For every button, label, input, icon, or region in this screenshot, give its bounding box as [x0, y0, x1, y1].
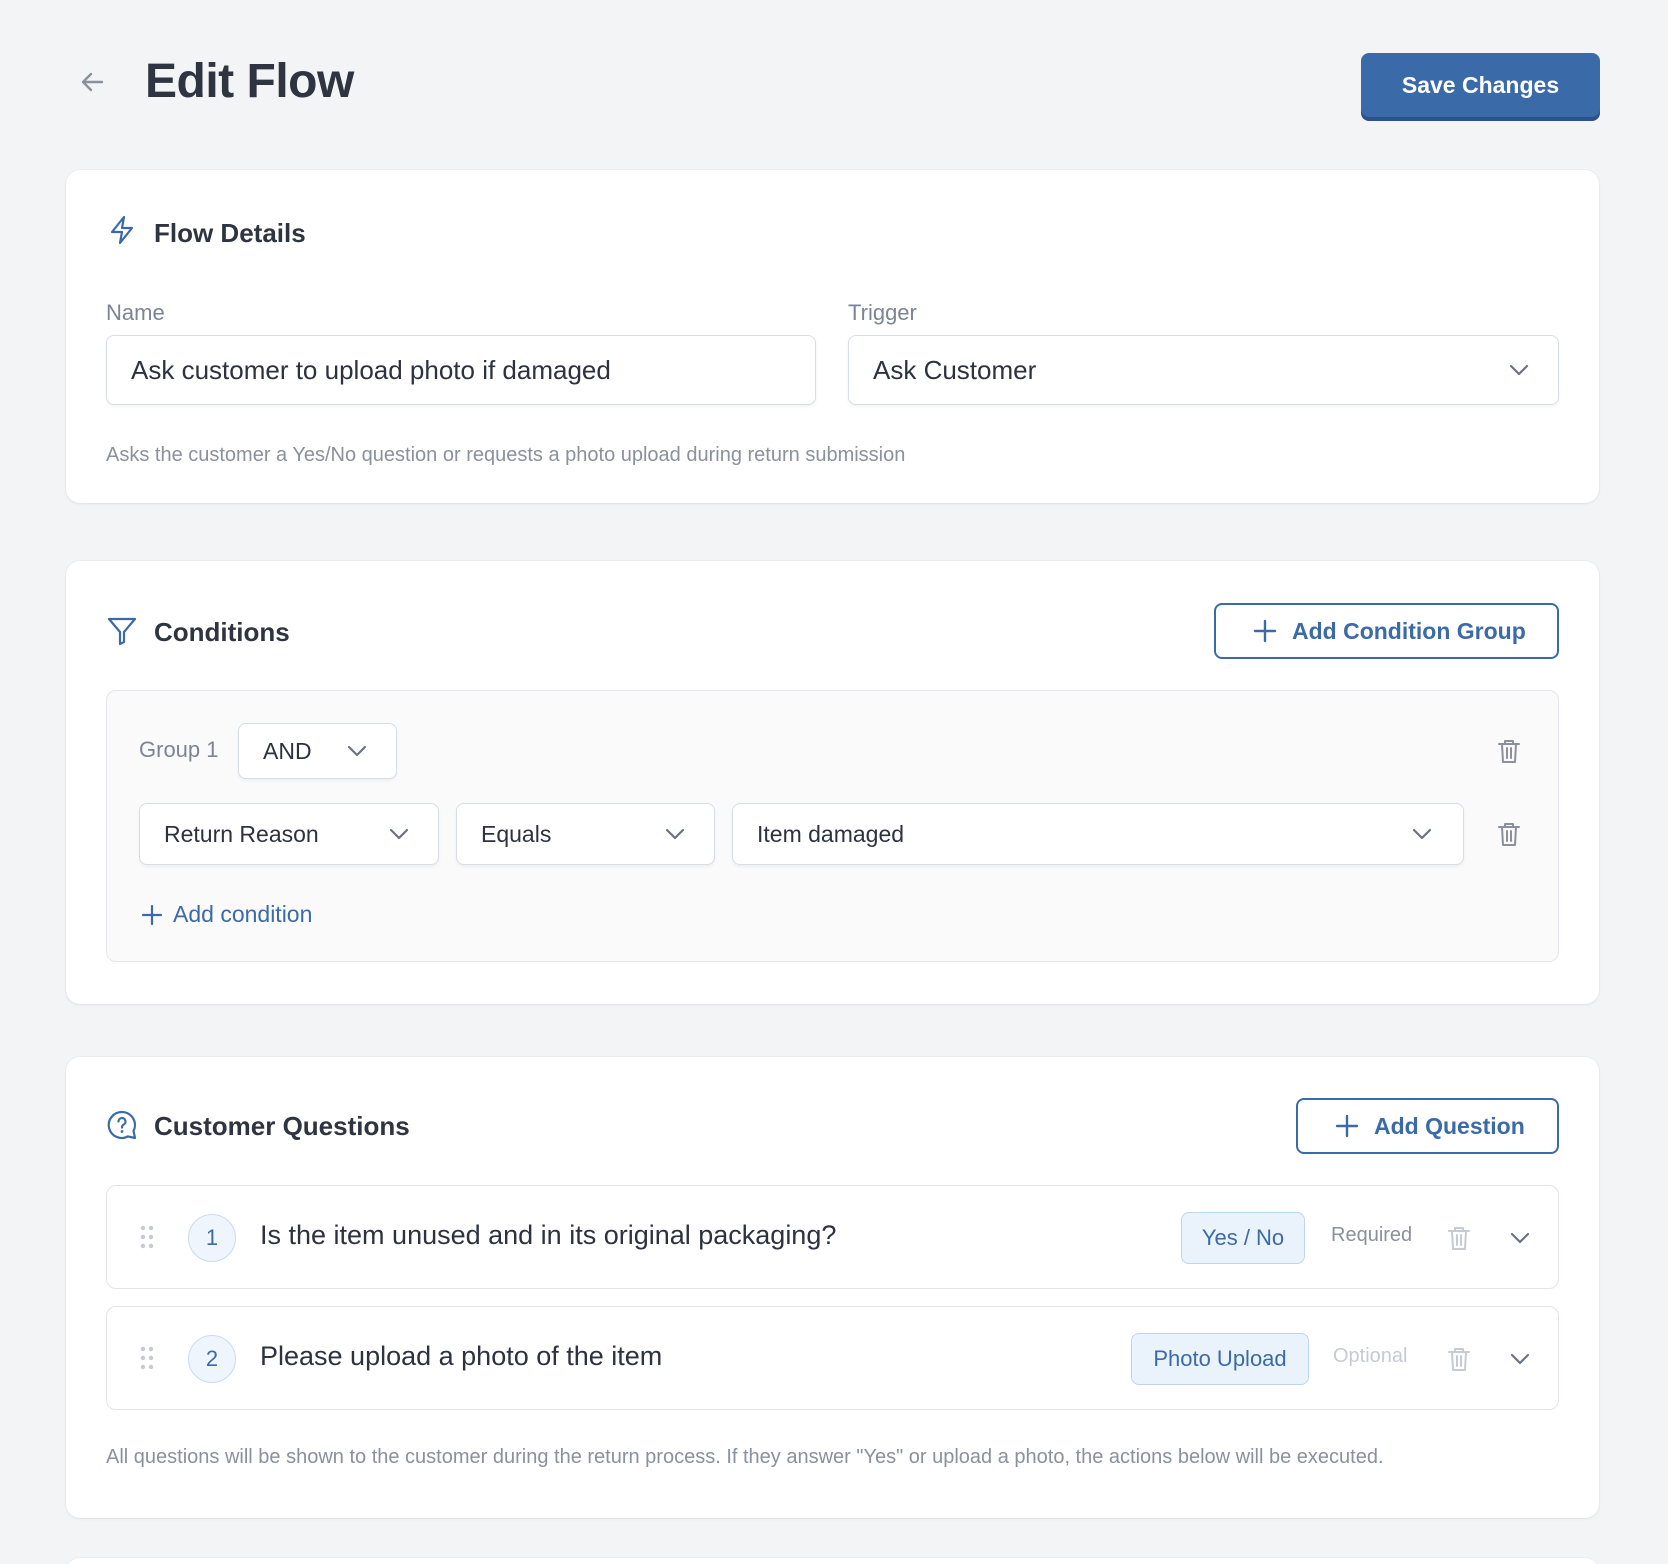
question-row[interactable]: 2 Please upload a photo of the item Phot…: [106, 1306, 1559, 1410]
plus-icon: [1253, 619, 1277, 643]
question-type-badge: Yes / No: [1181, 1212, 1305, 1264]
chevron-down-icon: [386, 821, 412, 847]
condition-field-select[interactable]: Return Reason: [139, 803, 439, 865]
page-header: Edit Flow Save Changes: [0, 0, 1668, 170]
question-number: 2: [188, 1335, 236, 1383]
question-number: 1: [188, 1214, 236, 1262]
plus-icon: [141, 904, 163, 925]
condition-value-select[interactable]: Item damaged: [732, 803, 1464, 865]
flow-details-card: Flow Details Name Ask customer to upload…: [66, 170, 1599, 503]
chevron-down-icon[interactable]: [1507, 1346, 1533, 1372]
chevron-down-icon: [344, 738, 370, 764]
condition-comparator-value: Equals: [481, 820, 552, 847]
delete-question-trash-icon[interactable]: [1444, 1344, 1474, 1374]
question-text: Is the item unused and in its original p…: [260, 1220, 837, 1250]
plus-icon: [1335, 1114, 1359, 1138]
question-requirement: Required: [1331, 1224, 1413, 1246]
condition-value-value: Item damaged: [757, 820, 905, 847]
customer-questions-card: Customer Questions Add Question 1 Is the…: [66, 1057, 1599, 1518]
chevron-down-icon: [1409, 821, 1435, 847]
question-type-badge: Photo Upload: [1131, 1333, 1309, 1385]
name-input-value: Ask customer to upload photo if damaged: [131, 354, 611, 385]
chevron-down-icon: [662, 821, 688, 847]
trigger-select-value: Ask Customer: [873, 354, 1037, 385]
chevron-down-icon[interactable]: [1507, 1225, 1533, 1251]
delete-group-trash-icon[interactable]: [1494, 736, 1524, 766]
delete-condition-trash-icon[interactable]: [1494, 819, 1524, 849]
save-changes-button[interactable]: Save Changes: [1361, 53, 1600, 117]
questions-footer-note: All questions will be shown to the custo…: [106, 1446, 1384, 1468]
question-bubble-icon: [106, 1109, 138, 1141]
flow-details-title: Flow Details: [154, 218, 306, 248]
delete-question-trash-icon[interactable]: [1444, 1223, 1474, 1253]
add-condition-group-label: Add Condition Group: [1292, 617, 1526, 644]
add-condition-label: Add condition: [173, 901, 313, 927]
conditions-title: Conditions: [154, 617, 290, 647]
lightning-icon: [106, 214, 138, 246]
chevron-down-icon: [1506, 357, 1532, 383]
condition-group: Group 1 AND Return Reason Equals Item da…: [106, 690, 1559, 962]
trigger-label: Trigger: [848, 300, 917, 325]
add-question-label: Add Question: [1374, 1112, 1525, 1139]
page-title: Edit Flow: [145, 55, 354, 108]
conditions-card: Conditions Add Condition Group Group 1 A…: [66, 561, 1599, 1004]
add-condition-group-button[interactable]: Add Condition Group: [1214, 603, 1559, 659]
trigger-select[interactable]: Ask Customer: [848, 335, 1559, 405]
question-row[interactable]: 1 Is the item unused and in its original…: [106, 1185, 1559, 1289]
group-label: Group 1: [139, 737, 219, 762]
drag-handle-icon[interactable]: [139, 1345, 155, 1371]
name-input[interactable]: Ask customer to upload photo if damaged: [106, 335, 816, 405]
filter-icon: [106, 615, 138, 647]
question-text: Please upload a photo of the item: [260, 1341, 663, 1371]
group-operator-value: AND: [263, 737, 312, 764]
drag-handle-icon[interactable]: [139, 1224, 155, 1250]
add-condition-link[interactable]: Add condition: [141, 901, 312, 928]
add-question-button[interactable]: Add Question: [1296, 1098, 1559, 1154]
arrow-left-icon[interactable]: [76, 66, 108, 98]
name-label: Name: [106, 300, 165, 325]
question-requirement: Optional: [1333, 1345, 1408, 1367]
trigger-helper-text: Asks the customer a Yes/No question or r…: [106, 444, 906, 466]
condition-field-value: Return Reason: [164, 820, 319, 847]
group-operator-select[interactable]: AND: [238, 723, 397, 779]
condition-comparator-select[interactable]: Equals: [456, 803, 715, 865]
customer-questions-title: Customer Questions: [154, 1111, 410, 1141]
next-card-edge: [66, 1558, 1599, 1564]
